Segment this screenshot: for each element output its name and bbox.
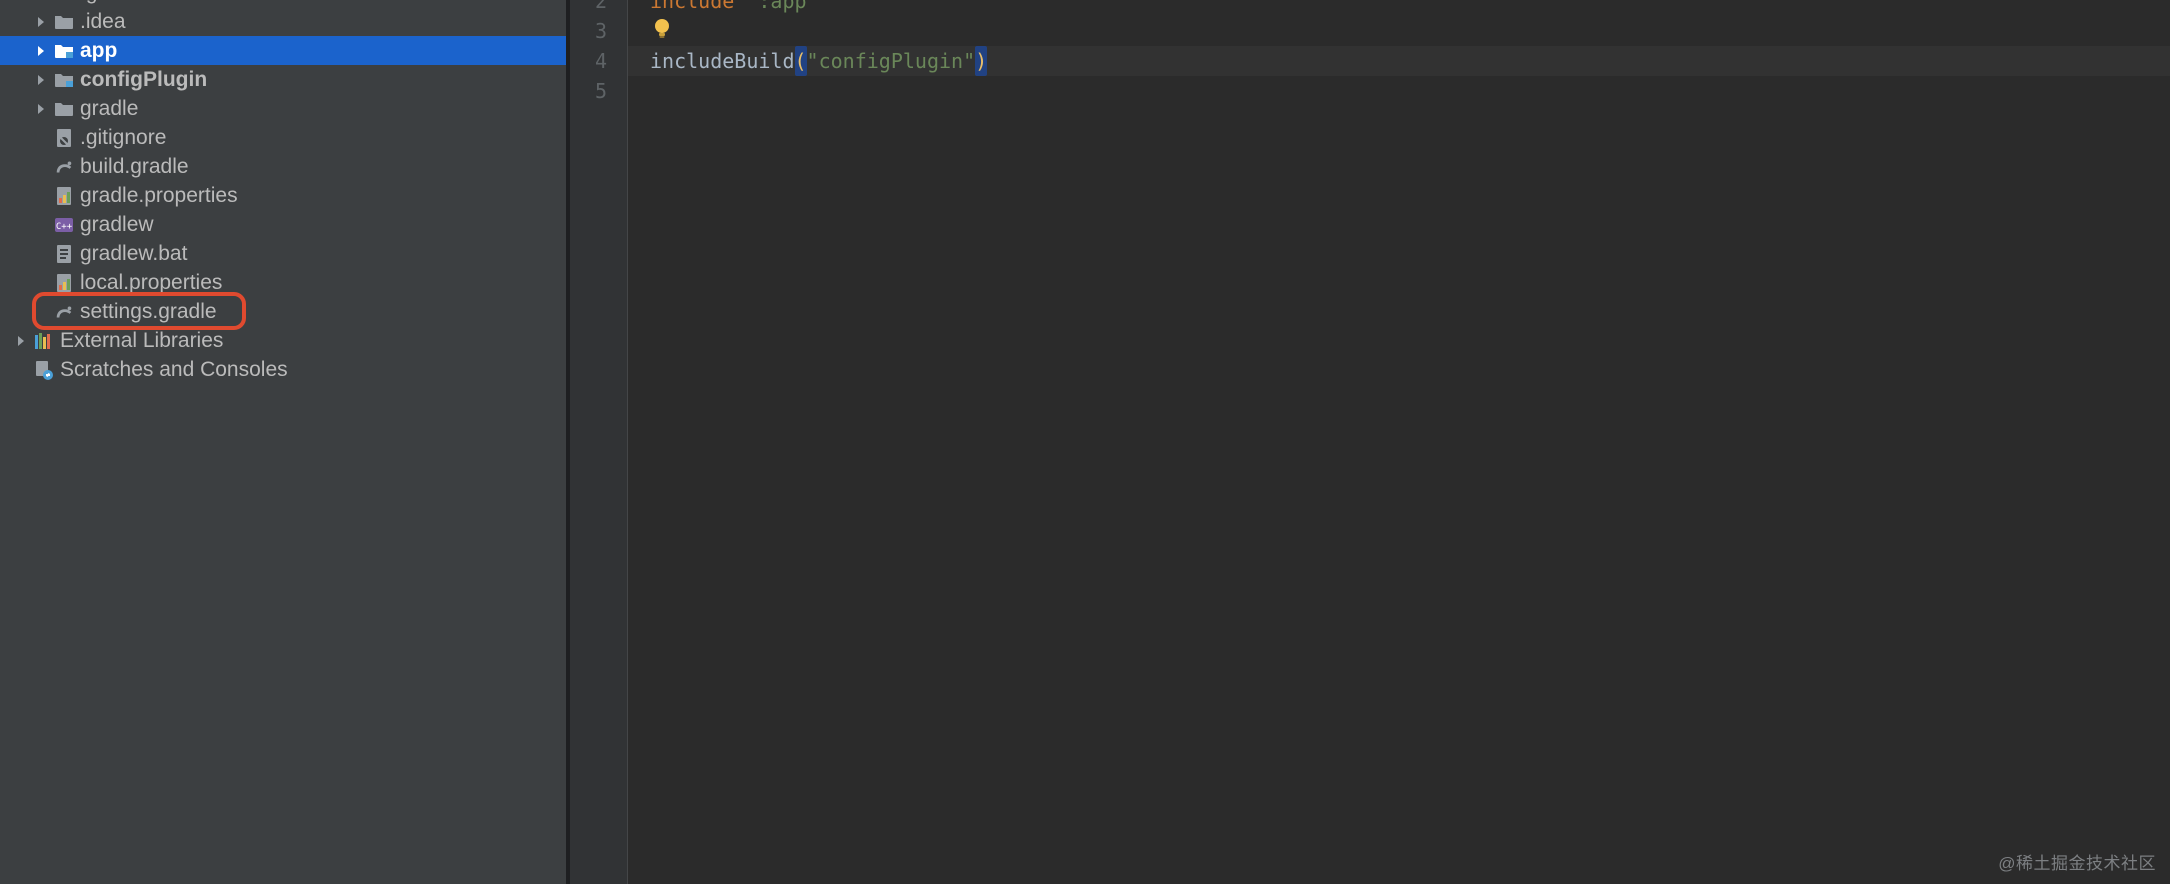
- watermark-label: @稀土掘金技术社区: [1998, 849, 2156, 874]
- chevron-right-icon: [34, 160, 48, 174]
- code-token: include: [650, 0, 746, 13]
- tree-item-gradlew-bat[interactable]: gradlew.bat: [0, 239, 566, 268]
- line-number: 4: [570, 46, 627, 76]
- light-bulb-icon[interactable]: [650, 16, 674, 44]
- file-gradle-icon: [54, 302, 74, 322]
- folder-grey-icon: [54, 12, 74, 32]
- tree-item-configplugin[interactable]: configPlugin: [0, 65, 566, 94]
- tree-item-label: .gitignore: [80, 127, 166, 148]
- chevron-right-icon: [14, 363, 28, 377]
- line-number-gutter: 2345: [570, 0, 628, 884]
- chevron-right-icon: [34, 189, 48, 203]
- file-gradle-icon: [54, 157, 74, 177]
- tree-item-scratches-and-consoles[interactable]: Scratches and Consoles: [0, 355, 566, 384]
- chevron-right-icon[interactable]: [34, 44, 48, 58]
- tree-item-label: gradle: [80, 98, 138, 119]
- chevron-right-icon: [34, 247, 48, 261]
- tree-item-label: .gradle: [80, 0, 144, 3]
- tree-item-external-libraries[interactable]: External Libraries: [0, 326, 566, 355]
- file-props-icon: [54, 273, 74, 293]
- folder-orange-icon: [54, 0, 74, 3]
- folder-module-icon: [54, 41, 74, 61]
- chevron-right-icon: [34, 305, 48, 319]
- tree-item-gradlew[interactable]: C++ gradlew: [0, 210, 566, 239]
- code-token: (: [795, 46, 807, 76]
- tree-item-label: External Libraries: [60, 330, 223, 351]
- tree-item-local-properties[interactable]: local.properties: [0, 268, 566, 297]
- tree-item-gradle[interactable]: gradle: [0, 94, 566, 123]
- tree-item-build-gradle[interactable]: build.gradle: [0, 152, 566, 181]
- chevron-right-icon: [34, 276, 48, 290]
- file-props-icon: [54, 186, 74, 206]
- scratch-icon: [34, 360, 54, 380]
- tree-item--gradle[interactable]: .gradle: [0, 0, 566, 7]
- tree-item--idea[interactable]: .idea: [0, 7, 566, 36]
- svg-text:C++: C++: [56, 222, 73, 232]
- code-line[interactable]: include ':app': [628, 0, 2170, 16]
- folder-module-icon: [54, 70, 74, 90]
- tree-item--gitignore[interactable]: .gitignore: [0, 123, 566, 152]
- folder-grey-icon: [54, 99, 74, 119]
- tree-item-gradle-properties[interactable]: gradle.properties: [0, 181, 566, 210]
- tree-item-label: settings.gradle: [80, 301, 217, 322]
- file-sh-icon: C++: [54, 215, 74, 235]
- tree-item-label: gradlew: [80, 214, 154, 235]
- code-area[interactable]: include ':app' includeBuild("configPlugin…: [628, 0, 2170, 884]
- line-number: 5: [570, 76, 627, 106]
- code-line[interactable]: includeBuild("configPlugin"): [628, 46, 2170, 76]
- tree-item-label: gradle.properties: [80, 185, 238, 206]
- file-gitignore-icon: [54, 128, 74, 148]
- tree-item-label: build.gradle: [80, 156, 189, 177]
- tree-item-label: gradlew.bat: [80, 243, 187, 264]
- code-token: ':app': [746, 0, 818, 13]
- tree-item-settings-gradle[interactable]: settings.gradle: [0, 297, 566, 326]
- file-text-icon: [54, 244, 74, 264]
- line-number: 3: [570, 16, 627, 46]
- code-token: "configPlugin": [807, 49, 976, 73]
- tree-item-label: configPlugin: [80, 69, 207, 90]
- libs-icon: [34, 331, 54, 351]
- chevron-right-icon[interactable]: [34, 102, 48, 116]
- tree-item-label: .idea: [80, 11, 126, 32]
- code-token: ): [975, 46, 987, 76]
- chevron-right-icon: [34, 218, 48, 232]
- code-line[interactable]: [628, 16, 2170, 46]
- chevron-right-icon: [34, 131, 48, 145]
- tree-item-label: app: [80, 40, 117, 61]
- code-editor[interactable]: 2345 include ':app' includeBuild("configP…: [570, 0, 2170, 884]
- chevron-right-icon[interactable]: [34, 73, 48, 87]
- code-token: includeBuild: [650, 49, 795, 73]
- tree-item-app[interactable]: app: [0, 36, 566, 65]
- line-number: 2: [570, 0, 627, 16]
- chevron-right-icon[interactable]: [34, 15, 48, 29]
- code-line[interactable]: [628, 76, 2170, 106]
- project-tree[interactable]: .gradle .idea app configPlugin gradle .gitign…: [0, 0, 566, 884]
- chevron-right-icon[interactable]: [14, 334, 28, 348]
- tree-item-label: Scratches and Consoles: [60, 359, 288, 380]
- tree-item-label: local.properties: [80, 272, 222, 293]
